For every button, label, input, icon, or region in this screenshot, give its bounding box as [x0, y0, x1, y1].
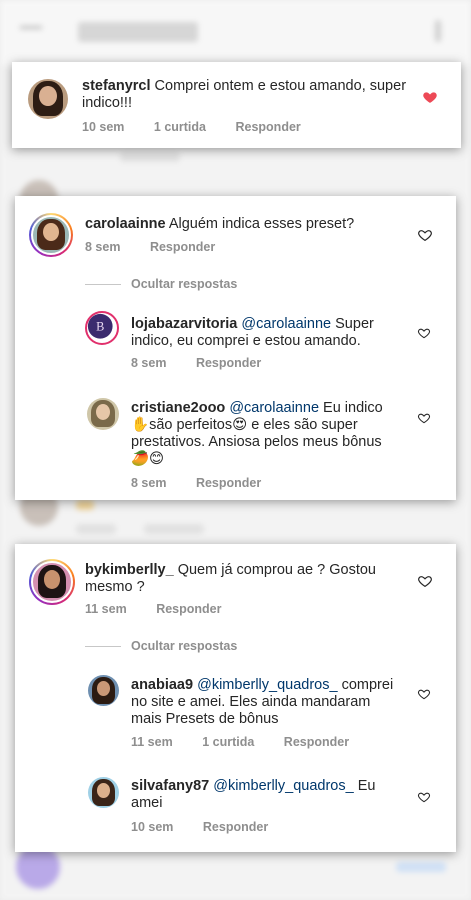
- avatar[interactable]: [28, 79, 68, 119]
- reply-meta: 11 sem 1 curtida Responder: [131, 735, 375, 749]
- reply-time: 11 sem: [131, 735, 173, 749]
- background-post-button: [396, 862, 446, 872]
- avatar[interactable]: [29, 559, 75, 605]
- reply-text: silvafany87 @kimberlly_quadros_ Eu amei: [131, 778, 401, 812]
- reply-button[interactable]: Responder: [150, 240, 215, 254]
- comment-card: carolaainne Alguém indica esses preset? …: [15, 196, 456, 500]
- reply-time: 8 sem: [131, 476, 167, 490]
- reply-text: anabiaa9 @kimberlly_quadros_ comprei no …: [131, 677, 401, 728]
- reply-button[interactable]: Responder: [235, 120, 300, 134]
- reply-username[interactable]: lojabazarvitoria: [131, 316, 237, 332]
- reply-button[interactable]: Responder: [156, 602, 221, 616]
- background-title-placeholder: [78, 22, 198, 42]
- heart-outline-icon[interactable]: [417, 411, 431, 425]
- comment-username[interactable]: carolaainne: [85, 216, 166, 232]
- avatar[interactable]: B: [85, 311, 119, 345]
- heart-outline-icon[interactable]: [417, 687, 431, 701]
- reply-text: cristiane2ooo @carolaainne Eu indico ✋sã…: [131, 400, 401, 468]
- reply-button[interactable]: Responder: [284, 735, 349, 749]
- reply-mention[interactable]: @kimberlly_quadros_: [197, 677, 337, 693]
- reply-body-part: Eu indico: [323, 400, 383, 416]
- comment-time: 11 sem: [85, 602, 127, 616]
- comment-text: stefanyrcl Comprei ontem e estou amando,…: [82, 78, 412, 112]
- mango-smile-emoji: 🥭😊: [131, 451, 165, 467]
- heart-eyes-emoji: 😍: [232, 417, 248, 433]
- reply-time: 10 sem: [131, 820, 174, 834]
- reply-username[interactable]: silvafany87: [131, 778, 209, 794]
- comment-card: bykimberlly_ Quem já comprou ae ? Gostou…: [15, 544, 456, 852]
- hide-replies-button[interactable]: Ocultar respostas: [85, 277, 237, 291]
- heart-outline-icon[interactable]: [417, 326, 431, 340]
- heart-outline-icon[interactable]: [417, 227, 433, 243]
- comment-username[interactable]: bykimberlly_: [85, 562, 174, 578]
- heart-filled-icon[interactable]: [422, 89, 438, 105]
- reply-mention[interactable]: @kimberlly_quadros_: [213, 778, 353, 794]
- comment-text: carolaainne Alguém indica esses preset?: [85, 216, 415, 233]
- reply-button[interactable]: Responder: [196, 476, 261, 490]
- bazar-logo-icon: B: [87, 313, 113, 339]
- background-row: [144, 524, 204, 534]
- reply-button[interactable]: Responder: [196, 356, 261, 370]
- reply-time: 8 sem: [131, 356, 167, 370]
- comment-meta: 10 sem 1 curtida Responder: [82, 120, 327, 134]
- comment-likes[interactable]: 1 curtida: [154, 120, 206, 134]
- background-row: [76, 500, 94, 510]
- back-arrow-icon: [20, 26, 42, 40]
- reply-text: lojabazarvitoria @carolaainne Super indi…: [131, 316, 401, 350]
- reply-body-part: são perfeitos: [149, 417, 233, 433]
- heart-outline-icon[interactable]: [417, 790, 431, 804]
- reply-likes[interactable]: 1 curtida: [202, 735, 254, 749]
- reply-mention[interactable]: @carolaainne: [229, 400, 319, 416]
- avatar[interactable]: [87, 398, 119, 430]
- raised-hand-emoji: ✋: [131, 417, 150, 433]
- comment-text: bykimberlly_ Quem já comprou ae ? Gostou…: [85, 562, 395, 596]
- comment-time: 8 sem: [85, 240, 121, 254]
- heart-outline-icon[interactable]: [417, 573, 433, 589]
- hide-replies-button[interactable]: Ocultar respostas: [85, 639, 237, 653]
- reply-username[interactable]: cristiane2ooo: [131, 400, 225, 416]
- comment-username[interactable]: stefanyrcl: [82, 78, 151, 94]
- comment-card: stefanyrcl Comprei ontem e estou amando,…: [12, 62, 461, 148]
- background-header: [0, 0, 471, 66]
- comment-meta: 11 sem Responder: [85, 602, 248, 616]
- comment-time: 10 sem: [82, 120, 125, 134]
- reply-username[interactable]: anabiaa9: [131, 677, 193, 693]
- reply-meta: 8 sem Responder: [131, 476, 287, 490]
- svg-text:B: B: [96, 320, 104, 334]
- more-options-icon: [435, 20, 441, 42]
- avatar[interactable]: [29, 213, 73, 257]
- reply-meta: 10 sem Responder: [131, 820, 294, 834]
- reply-button[interactable]: Responder: [203, 820, 268, 834]
- comment-body: Alguém indica esses preset?: [168, 216, 355, 232]
- background-row: [76, 524, 116, 534]
- comment-meta: 8 sem Responder: [85, 240, 241, 254]
- avatar[interactable]: [88, 675, 119, 706]
- reply-mention[interactable]: @carolaainne: [241, 316, 331, 332]
- avatar[interactable]: [88, 777, 119, 808]
- background-row: [120, 152, 180, 162]
- reply-meta: 8 sem Responder: [131, 356, 287, 370]
